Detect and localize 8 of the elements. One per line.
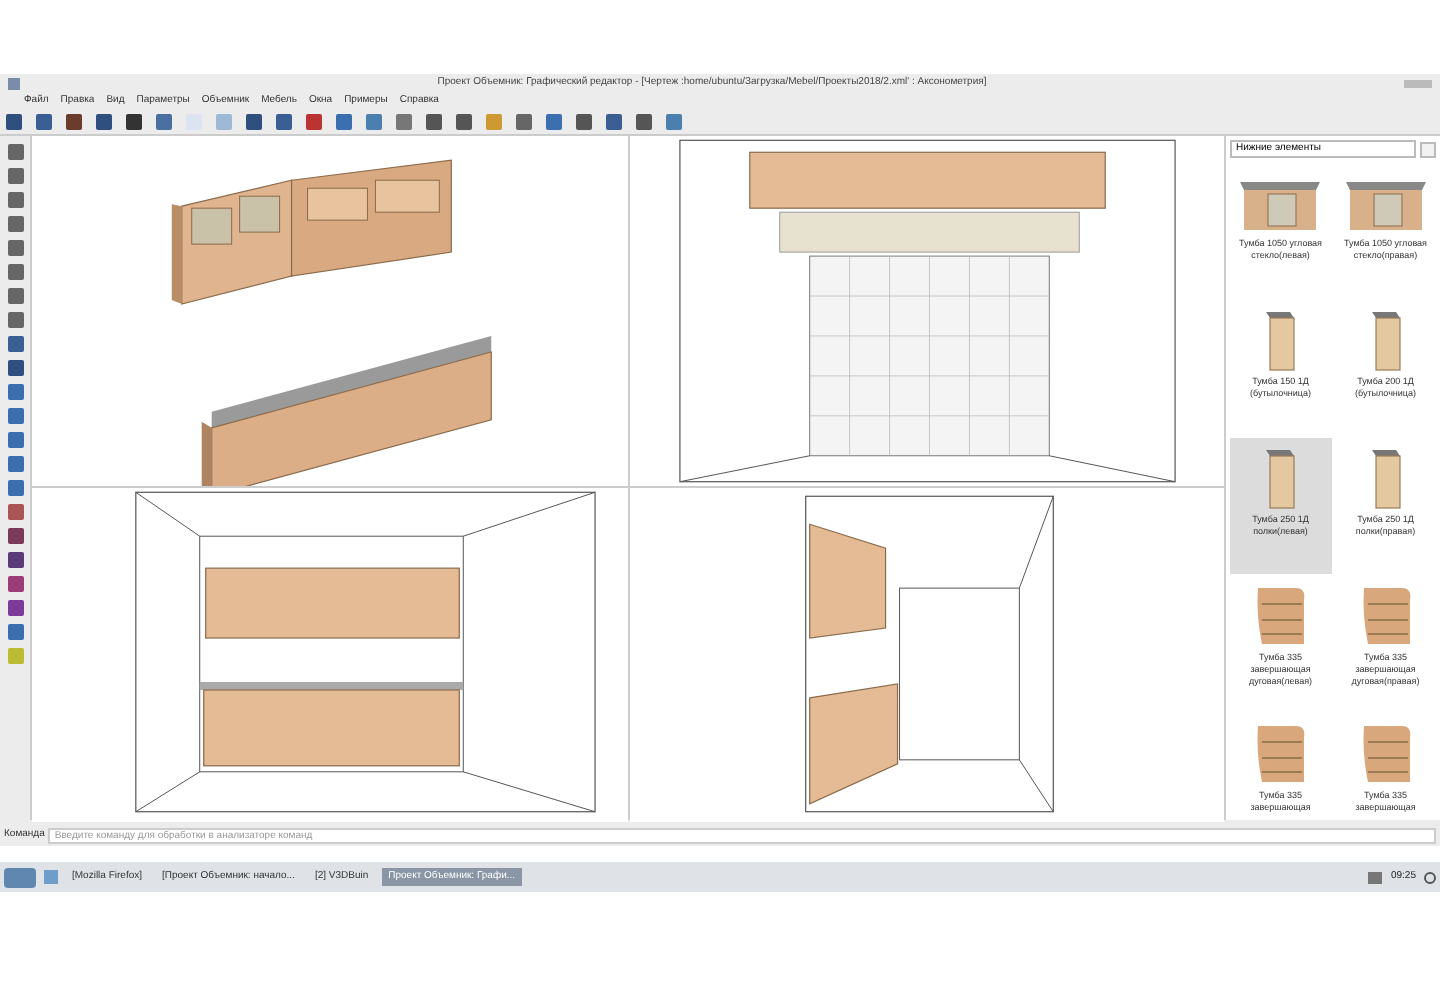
panel-button[interactable]: [1420, 141, 1436, 157]
power-icon[interactable]: [1424, 871, 1436, 883]
app-icon: [8, 77, 20, 89]
open-shelf-cabinet-icon: [1252, 722, 1309, 786]
cabinet-icon: [1260, 446, 1301, 510]
cabinet-icon: [1260, 308, 1301, 372]
start-menu-icon[interactable]: [4, 867, 36, 887]
open-shelf-cabinet-icon: [1252, 584, 1309, 648]
